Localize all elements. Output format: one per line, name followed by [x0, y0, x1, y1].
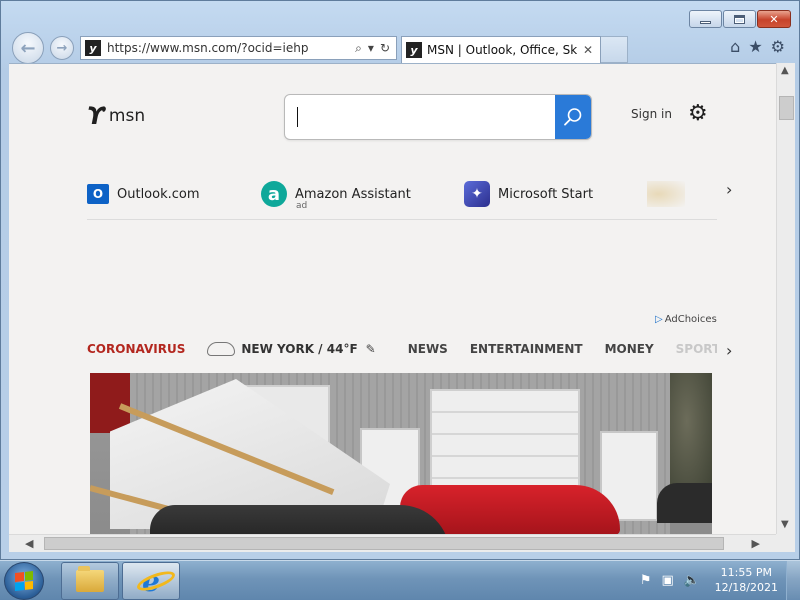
- hero-red-wall: [90, 373, 130, 433]
- weather-text: NEW YORK / 44°F: [241, 342, 358, 356]
- search-icon[interactable]: ⌕: [355, 41, 362, 56]
- vertical-scrollbar[interactable]: ▲ ▼: [776, 63, 795, 534]
- search-box: [284, 94, 592, 140]
- start-button[interactable]: [4, 562, 44, 600]
- maximize-icon: [734, 14, 745, 24]
- msn-logo-text: msn: [108, 106, 146, 126]
- nav-news[interactable]: NEWS: [408, 342, 448, 356]
- search-input[interactable]: [285, 95, 555, 139]
- hero-news-image[interactable]: [90, 373, 712, 548]
- hero-trees: [670, 373, 712, 493]
- windows-logo-icon: [15, 571, 33, 591]
- quick-link-label: Amazon Assistant: [295, 186, 411, 202]
- minimize-button[interactable]: [689, 10, 722, 28]
- back-arrow-icon: ←: [20, 37, 36, 59]
- forward-button[interactable]: →: [50, 36, 74, 60]
- show-desktop-button[interactable]: [786, 561, 800, 600]
- edit-pencil-icon[interactable]: ✎: [366, 342, 376, 356]
- network-icon[interactable]: ▣: [662, 573, 674, 588]
- address-url[interactable]: https://www.msn.com/?ocid=iehp: [107, 41, 355, 55]
- adchoices-label: AdChoices: [664, 314, 717, 325]
- tab-title: MSN | Outlook, Office, Sky...: [427, 43, 577, 57]
- settings-gear-icon[interactable]: ⚙: [688, 101, 708, 126]
- volume-icon[interactable]: 🔈: [684, 573, 700, 588]
- outlook-icon: O: [87, 184, 109, 204]
- action-center-flag-icon[interactable]: ⚑: [640, 573, 652, 588]
- forward-arrow-icon: →: [56, 40, 68, 56]
- msn-favicon-icon: y: [85, 40, 101, 56]
- nav-entertainment[interactable]: ENTERTAINMENT: [470, 342, 583, 356]
- hero-garage-door: [430, 389, 580, 499]
- clock-time: 11:55 PM: [720, 566, 772, 579]
- folder-icon: [76, 566, 104, 592]
- tab-close-icon[interactable]: ✕: [583, 43, 593, 57]
- quick-link-label: Outlook.com: [117, 186, 200, 202]
- toolbar-right: ⌂ ★ ⚙: [730, 37, 785, 56]
- address-bar[interactable]: y https://www.msn.com/?ocid=iehp ⌕ ▾ ↻: [80, 36, 397, 60]
- search-icon: [564, 108, 582, 126]
- tab-msn[interactable]: y MSN | Outlook, Office, Sky... ✕: [401, 36, 601, 63]
- tools-gear-icon[interactable]: ⚙: [771, 37, 785, 56]
- caption-buttons: ✕: [689, 10, 791, 28]
- nav-money[interactable]: MONEY: [605, 342, 654, 356]
- taskbar-clock[interactable]: 11:55 PM 12/18/2021: [715, 565, 778, 595]
- msn-favicon-icon: y: [406, 42, 422, 58]
- scroll-right-icon[interactable]: ▶: [752, 537, 760, 550]
- microsoft-start-icon: ✦: [464, 181, 490, 207]
- hero-parked-car: [657, 483, 712, 523]
- quick-link-label: Microsoft Start: [498, 186, 594, 202]
- scroll-up-icon[interactable]: ▲: [781, 65, 789, 76]
- quick-links-bar: O Outlook.com a Amazon Assistant ad ✦ Mi…: [87, 180, 717, 220]
- system-tray: ⚑ ▣ 🔈: [640, 573, 700, 588]
- horizontal-scrollbar[interactable]: ◀ ▶: [9, 534, 776, 552]
- quick-link-microsoft-start[interactable]: ✦ Microsoft Start: [464, 180, 593, 208]
- ad-label: ad: [296, 201, 308, 211]
- search-button[interactable]: [555, 95, 591, 139]
- sign-in-link[interactable]: Sign in: [631, 107, 672, 121]
- taskbar-ie-button[interactable]: e: [122, 562, 180, 600]
- adchoices-icon: ▷: [655, 314, 663, 325]
- taskbar-explorer-button[interactable]: [61, 562, 119, 600]
- clock-date: 12/18/2021: [714, 581, 778, 594]
- refresh-icon[interactable]: ↻: [380, 41, 390, 55]
- quick-link-amazon-assistant[interactable]: a Amazon Assistant ad: [261, 180, 411, 211]
- category-nav: CORONAVIRUS NEW YORK / 44°F ✎ NEWS ENTER…: [87, 338, 717, 360]
- chevron-down-icon[interactable]: ▾: [368, 41, 374, 55]
- adchoices-link[interactable]: ▷ AdChoices: [655, 314, 717, 325]
- msn-logo[interactable]: ϒ msn: [87, 102, 145, 130]
- msn-butterfly-icon: ϒ: [87, 102, 105, 130]
- cloud-icon: [207, 342, 236, 356]
- quick-link-outlook[interactable]: O Outlook.com: [87, 180, 200, 208]
- home-icon[interactable]: ⌂: [730, 37, 740, 56]
- back-button[interactable]: ←: [12, 32, 44, 64]
- scroll-down-icon[interactable]: ▼: [781, 519, 789, 530]
- scroll-left-icon[interactable]: ◀: [25, 537, 33, 550]
- quick-links-next-chevron-icon[interactable]: ›: [726, 180, 732, 199]
- favorites-star-icon[interactable]: ★: [748, 37, 762, 56]
- faded-link-icon: [647, 181, 685, 207]
- text-caret: [297, 107, 298, 127]
- horizontal-scroll-thumb[interactable]: [44, 537, 724, 550]
- nav-coronavirus[interactable]: CORONAVIRUS: [87, 342, 185, 356]
- category-nav-next-chevron-icon[interactable]: ›: [726, 341, 732, 360]
- minimize-icon: [700, 20, 711, 24]
- new-tab-button[interactable]: [601, 36, 628, 63]
- internet-explorer-icon: e: [134, 565, 178, 598]
- maximize-button[interactable]: [723, 10, 756, 28]
- amazon-icon: a: [261, 181, 287, 207]
- close-button[interactable]: ✕: [757, 10, 791, 28]
- page-viewport: ϒ msn Sign in ⚙ O Outlook.com a Amazon A…: [9, 63, 795, 552]
- nav-weather[interactable]: NEW YORK / 44°F ✎: [207, 342, 376, 356]
- browser-window: ✕ ← → y https://www.msn.com/?ocid=iehp ⌕…: [0, 0, 800, 560]
- vertical-scroll-thumb[interactable]: [779, 96, 794, 120]
- quick-link-faded[interactable]: [647, 180, 685, 208]
- scrollbar-corner: [776, 534, 795, 552]
- nav-sports[interactable]: SPORTS: [676, 342, 717, 356]
- taskbar: e ⚑ ▣ 🔈 11:55 PM 12/18/2021: [0, 560, 800, 600]
- close-icon: ✕: [769, 12, 779, 26]
